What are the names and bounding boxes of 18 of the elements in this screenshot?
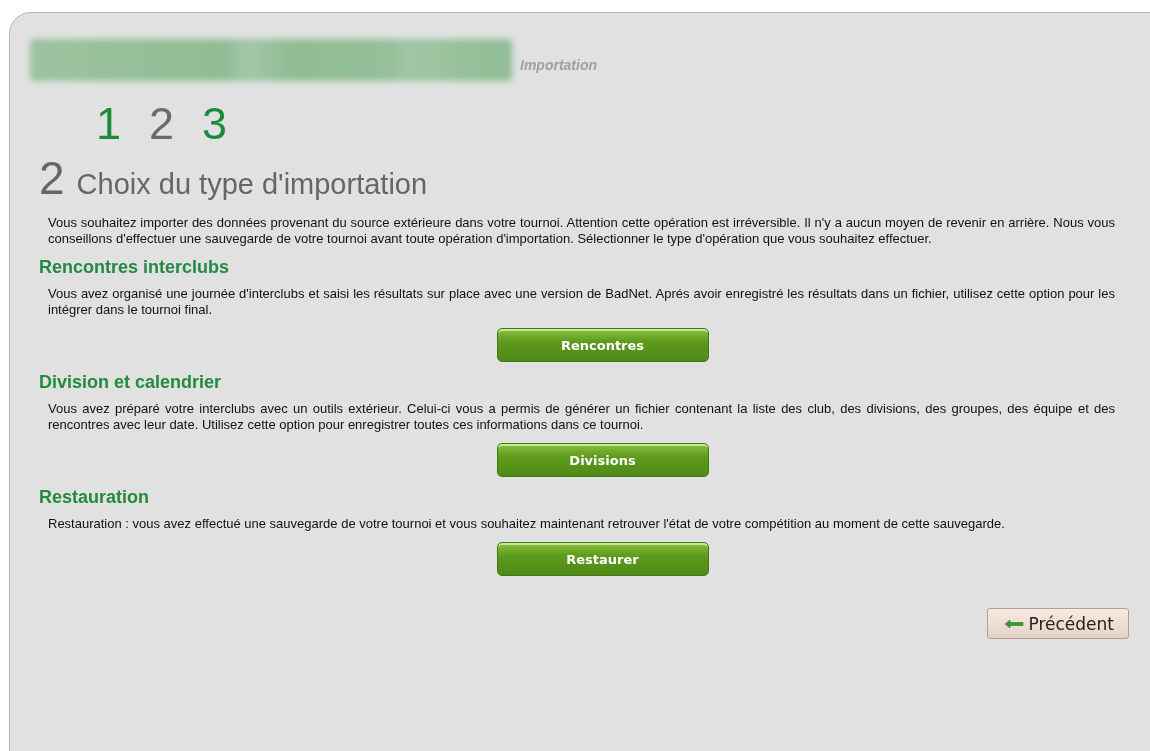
page-subtitle: Importation <box>520 57 597 75</box>
section-heading: Restauration <box>39 487 151 508</box>
section-text: Vous avez préparé votre interclubs avec un outils extérieur. Celui-ci vous a permis de générer un fichier contenant la liste des club, des divisions, des groupes, des équipe et des rencontres avec leur date. Utilisez cette option pour enregistrer toutes ces informations dans ce tournoi. <box>48 401 1115 433</box>
left-arrow-icon <box>1004 618 1025 629</box>
section-heading: Division et calendrier <box>39 372 223 393</box>
previous-button[interactable]: Précédent <box>987 608 1129 639</box>
intro-text: Vous souhaitez importer des données provenant du source extérieure dans votre tournoi. Attention cette opération est irréversible. Il n'y a aucun moyen de revenir en arrière. Nous vous conseillons d'effectuer une sauvegarde de votre tournoi avant toute opération d'importation. Sélectionner le type d'opération que vous souhaitez effectuer. <box>48 215 1115 247</box>
page-heading: Choix du type d'importation <box>76 168 428 201</box>
heading-number: 2 <box>39 151 65 205</box>
section-text: Vous avez organisé une journée d'interclubs et saisi les résultats sur place avec une version de BadNet. Aprés avoir enregistré les résultats dans un fichier, utilisez cette option pour les intégrer dans le tournoi final. <box>48 286 1115 318</box>
section-heading: Rencontres interclubs <box>39 257 231 278</box>
action-button[interactable]: Rencontres <box>496 328 709 362</box>
action-button[interactable]: Restaurer <box>496 542 709 576</box>
step-number[interactable]: 2 <box>149 101 175 147</box>
step-number[interactable]: 1 <box>96 101 122 147</box>
action-button[interactable]: Divisions <box>496 443 709 477</box>
step-number[interactable]: 3 <box>202 101 228 147</box>
section-text: Restauration : vous avez effectué une sauvegarde de votre tournoi et vous souhaitez maintenant retrouver l'état de votre compétition au moment de cette sauvegarde. <box>48 516 1006 532</box>
